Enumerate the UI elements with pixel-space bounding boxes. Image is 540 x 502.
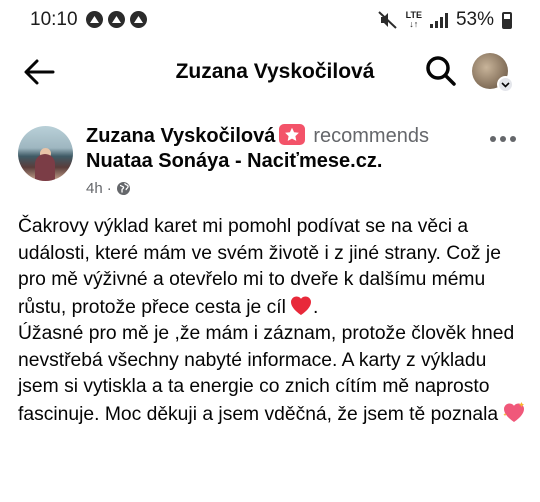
red-heart-icon: [290, 295, 311, 315]
post-meta: 4h ·: [86, 180, 131, 197]
meta-separator: ·: [106, 180, 112, 197]
battery-icon: [502, 11, 512, 29]
notification-icons: [86, 11, 147, 28]
mute-icon: [377, 11, 397, 29]
globe-icon: [116, 182, 130, 195]
post-body: Čakrovy výklad karet mi pomohl podívat s…: [18, 214, 528, 428]
profile-menu-button[interactable]: [472, 53, 514, 93]
chevron-down-icon: [497, 76, 514, 93]
status-bar: 10:10 LTE ↓↑ 53%: [0, 0, 540, 44]
recommends-text: recommends: [313, 125, 429, 147]
battery-percent: 53%: [455, 9, 494, 30]
recommend-star-icon: [279, 124, 306, 145]
alert-icon: [108, 11, 125, 28]
search-button[interactable]: [424, 54, 458, 88]
post-header-line: Zuzana Vyskočilová recommends: [86, 124, 429, 148]
top-header: Zuzana Vyskočilová: [0, 44, 540, 100]
network-type: LTE ↓↑: [405, 10, 422, 29]
post-paragraph: Úžasné pro mě je ,že mám i záznam, proto…: [18, 321, 528, 428]
author-avatar[interactable]: [18, 126, 73, 181]
more-options-button[interactable]: [490, 133, 520, 145]
status-right: LTE ↓↑ 53%: [377, 9, 512, 31]
sparkling-heart-icon: [503, 401, 525, 422]
post-header: Zuzana Vyskočilová recommends Nuataa Son…: [0, 108, 540, 200]
page-title: Zuzana Vyskočilová: [175, 60, 375, 83]
search-icon: [426, 56, 456, 86]
signal-icon: [429, 12, 448, 28]
status-time: 10:10: [30, 9, 78, 30]
alert-icon: [130, 11, 147, 28]
alert-icon: [86, 11, 103, 28]
post-time[interactable]: 4h: [86, 180, 103, 197]
author-name[interactable]: Zuzana Vyskočilová: [86, 125, 275, 148]
post-paragraph: Čakrovy výklad karet mi pomohl podívat s…: [18, 216, 501, 318]
recommended-page-link[interactable]: Nuataa Sonáya - Naciťmese.cz.: [86, 150, 382, 173]
